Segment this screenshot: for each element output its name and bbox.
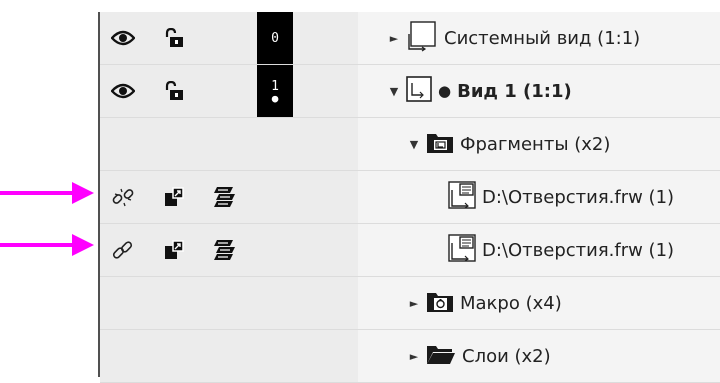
folder-icon: [426, 343, 456, 370]
view-icon: [406, 20, 438, 57]
layer-number-cell[interactable]: 1 ●: [257, 65, 293, 117]
tree-item-area[interactable]: D:\Отверстия.frw (1): [358, 224, 720, 276]
folder-icon: [426, 130, 454, 159]
eye-icon[interactable]: [110, 79, 136, 103]
current-layer-dot: ●: [271, 91, 279, 105]
tree-item-area[interactable]: D:\Отверстия.frw (1): [358, 171, 720, 223]
tree-row-fragment-2[interactable]: D:\Отверстия.frw (1): [100, 224, 720, 277]
row-controls: [100, 224, 358, 276]
tree-item-area[interactable]: ► Слои (x2): [358, 330, 720, 382]
row-controls: [100, 277, 358, 329]
expand-toggle[interactable]: ▼: [408, 138, 420, 151]
insert-fragment-icon[interactable]: [162, 238, 186, 262]
tree-row-fragment-1[interactable]: D:\Отверстия.frw (1): [100, 171, 720, 224]
fragment-file-icon: [448, 180, 476, 214]
tree-row-view-1[interactable]: 1 ● ▼ ● Вид 1 (1:1): [100, 65, 720, 118]
tree-label: Системный вид (1:1): [444, 27, 641, 49]
tree-label: Фрагменты (x2): [460, 133, 611, 155]
lock-open-icon[interactable]: [162, 26, 186, 50]
layers-icon[interactable]: [212, 184, 238, 210]
fragment-file-icon: [448, 233, 476, 267]
tree-row-system-view[interactable]: 0 ► Системный вид (1:1): [100, 12, 720, 65]
layers-icon[interactable]: [212, 237, 238, 263]
tree-label: Вид 1 (1:1): [457, 80, 572, 102]
tree-label: Слои (x2): [462, 345, 551, 367]
tree-item-area[interactable]: ► Системный вид (1:1): [358, 12, 720, 64]
tree-row-fragments[interactable]: ▼ Фрагменты (x2): [100, 118, 720, 171]
tree-row-macro[interactable]: ► Макро (x4): [100, 277, 720, 330]
tree-row-layers[interactable]: ► Слои (x2): [100, 330, 720, 383]
row-controls: 1 ●: [100, 65, 358, 117]
expand-toggle[interactable]: ►: [388, 32, 400, 45]
current-view-dot-icon: ●: [438, 82, 452, 100]
row-controls: 0: [100, 12, 358, 64]
expand-toggle[interactable]: ►: [408, 350, 420, 363]
tree-label: D:\Отверстия.frw (1): [482, 186, 675, 208]
layer-number: 0: [271, 30, 279, 46]
macro-icon: [426, 289, 454, 318]
tree-item-area[interactable]: ▼ ● Вид 1 (1:1): [358, 65, 720, 117]
expand-toggle[interactable]: ►: [408, 297, 420, 310]
layer-number-cell[interactable]: 0: [257, 12, 293, 64]
row-controls: [100, 171, 358, 223]
eye-icon[interactable]: [110, 26, 136, 50]
view-icon: [406, 75, 432, 107]
row-controls: [100, 330, 358, 382]
layers-tree-panel: 0 ► Системный вид (1:1) 1 ● ▼ ● Вид 1 (1…: [98, 12, 720, 383]
tree-item-area[interactable]: ► Макро (x4): [358, 277, 720, 329]
broken-link-icon[interactable]: [110, 184, 136, 210]
row-controls: [100, 118, 358, 170]
insert-fragment-icon[interactable]: [162, 185, 186, 209]
tree-label: Макро (x4): [460, 292, 562, 314]
link-icon[interactable]: [110, 237, 136, 263]
expand-toggle[interactable]: ▼: [388, 85, 400, 98]
lock-open-icon[interactable]: [162, 79, 186, 103]
tree-label: D:\Отверстия.frw (1): [482, 239, 675, 261]
tree-item-area[interactable]: ▼ Фрагменты (x2): [358, 118, 720, 170]
